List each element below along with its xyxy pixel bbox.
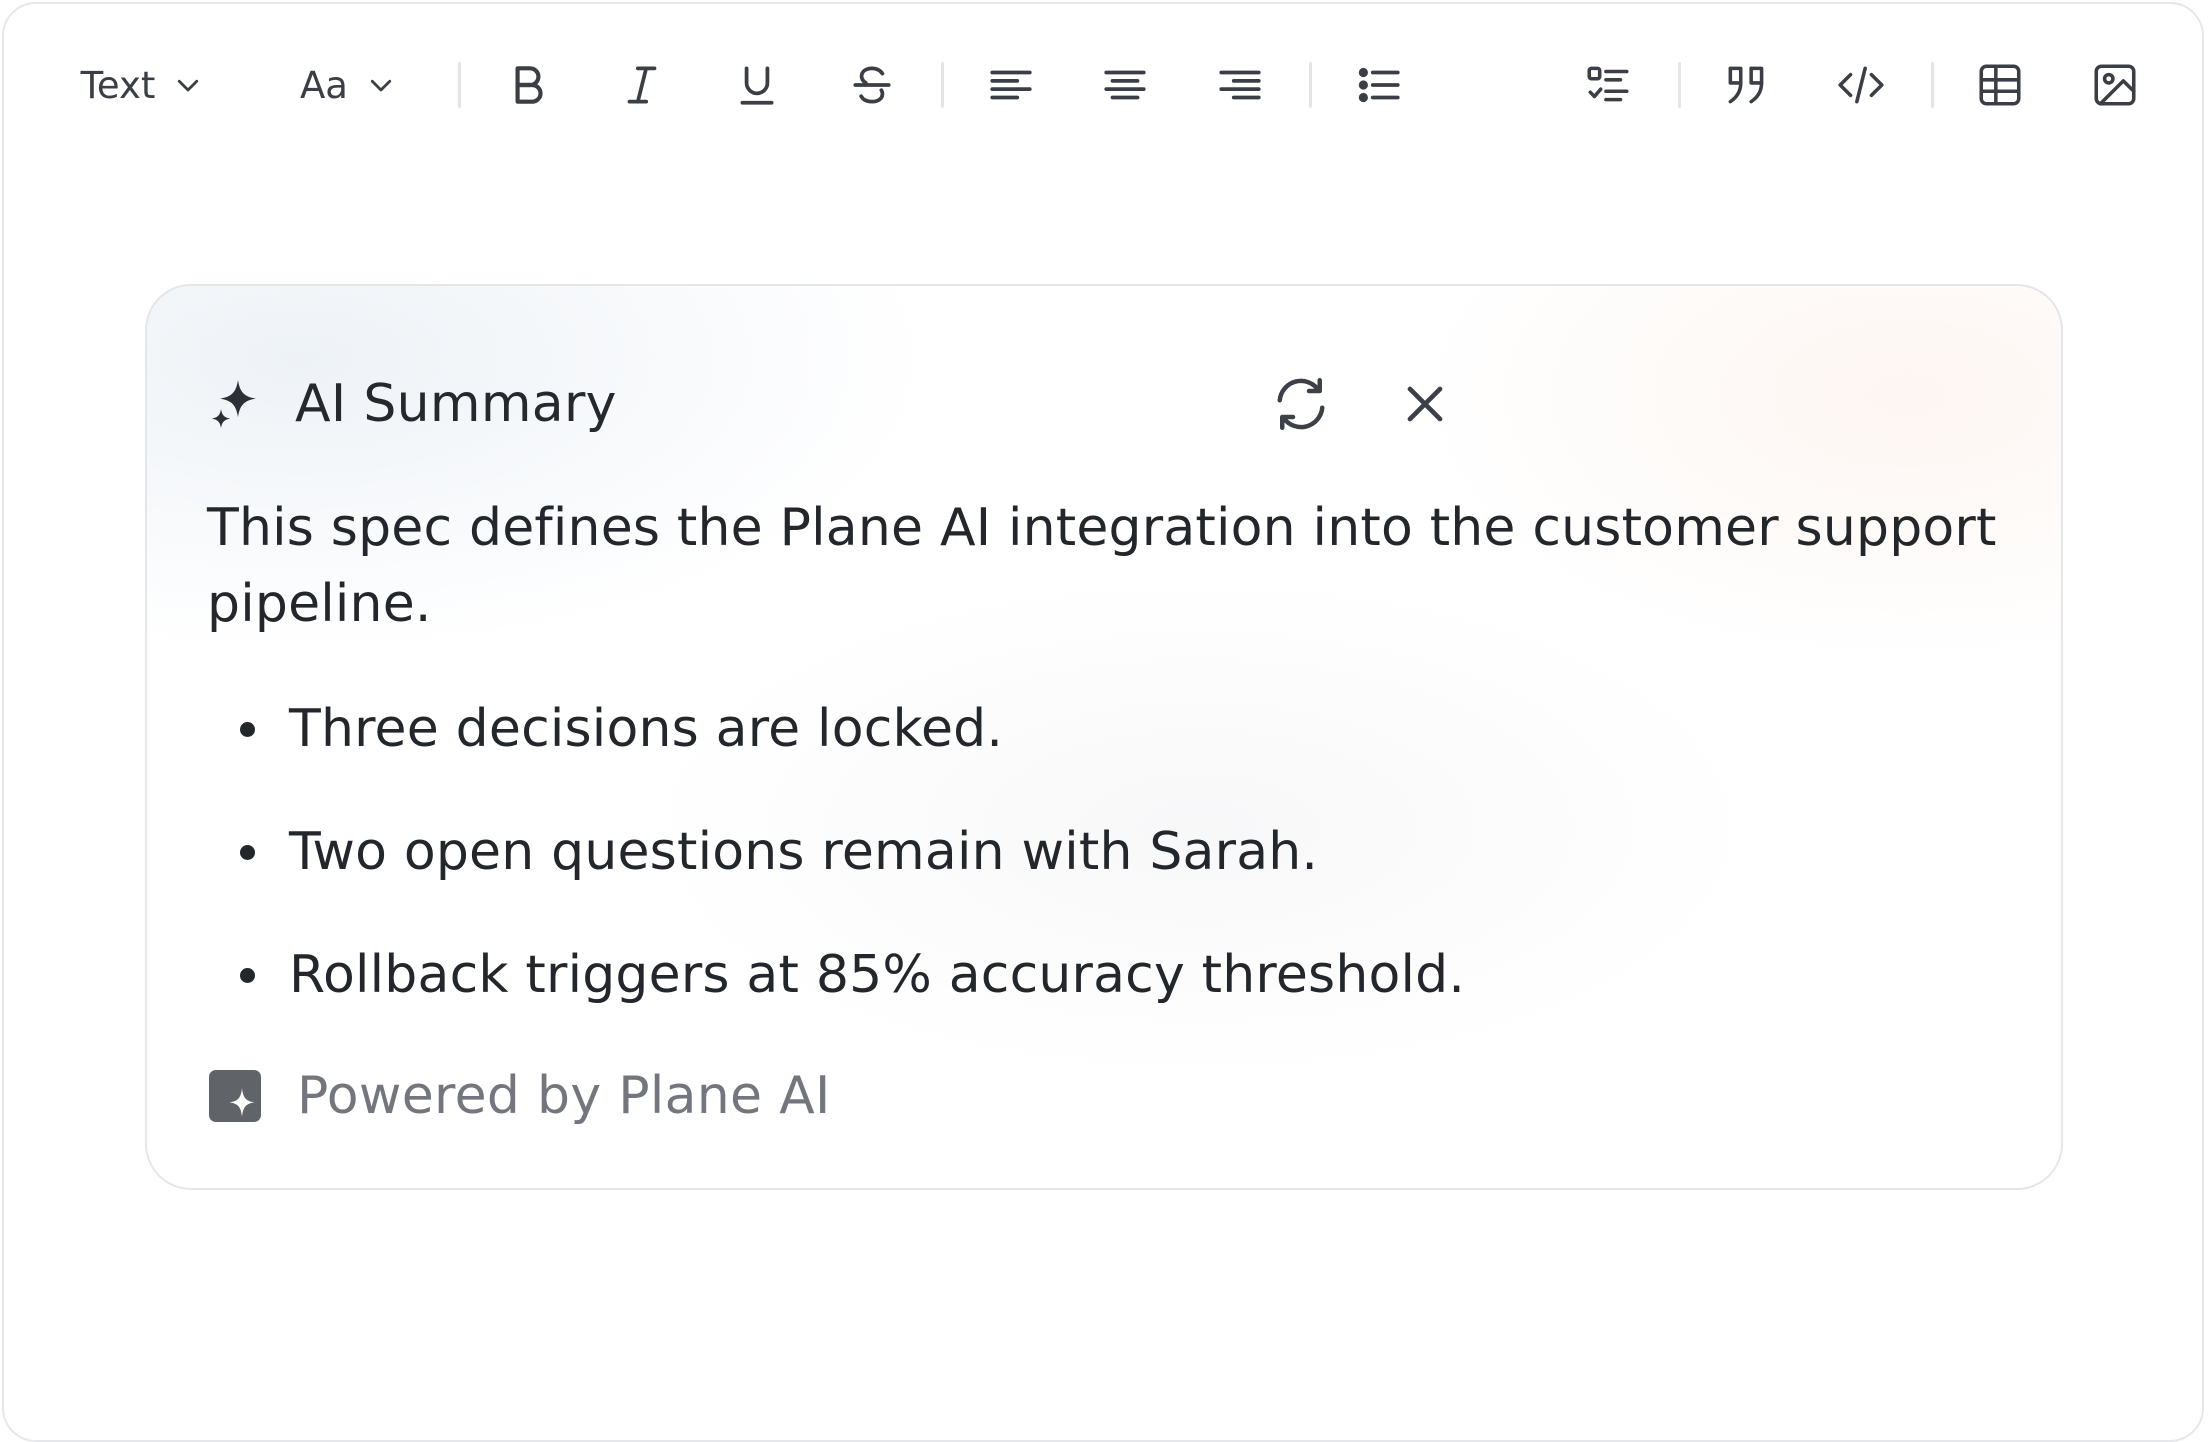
close-icon — [1407, 386, 1443, 422]
align-right-button[interactable] — [1205, 50, 1275, 120]
regenerate-button[interactable] — [1263, 366, 1339, 442]
toolbar-divider — [1309, 62, 1312, 108]
summary-bullet-list: Three decisions are locked. Two open que… — [207, 691, 2007, 1060]
ai-summary-card: AI Summary This spec defines the Plane A… — [145, 284, 2063, 1190]
text-style-label: Text — [80, 63, 156, 107]
table-icon — [1979, 64, 2021, 106]
quote-icon — [1728, 66, 1764, 104]
card-title: AI Summary — [295, 374, 617, 434]
align-center-icon — [1104, 70, 1146, 100]
bold-button[interactable] — [493, 50, 563, 120]
toolbar-divider — [458, 62, 461, 108]
checklist-button[interactable] — [1573, 50, 1643, 120]
image-button[interactable] — [2080, 50, 2150, 120]
bullet-text: Rollback triggers at 85% accuracy thresh… — [289, 945, 1466, 1005]
bullet-dot — [240, 722, 255, 737]
toolbar-divider — [1931, 62, 1934, 108]
powered-by-text: Powered by Plane AI — [297, 1066, 831, 1126]
strikethrough-button[interactable] — [837, 50, 907, 120]
code-button[interactable] — [1826, 50, 1896, 120]
close-button[interactable] — [1387, 366, 1463, 442]
bold-icon — [515, 66, 543, 104]
bullet-text: Three decisions are locked. — [289, 699, 1004, 759]
italic-icon — [627, 66, 657, 104]
code-icon — [1838, 66, 1884, 104]
align-left-icon — [990, 70, 1032, 100]
table-button[interactable] — [1965, 50, 2035, 120]
plane-logo-icon — [209, 1070, 261, 1122]
bullet-list-icon — [1358, 67, 1400, 103]
powered-by-footer: Powered by Plane AI — [207, 1056, 831, 1136]
ai-summary-header: AI Summary — [207, 364, 617, 444]
list-item: Three decisions are locked. — [207, 691, 2007, 814]
refresh-icon — [1277, 378, 1325, 430]
underline-button[interactable] — [722, 50, 792, 120]
list-item: Rollback triggers at 85% accuracy thresh… — [207, 937, 2007, 1060]
align-right-icon — [1219, 70, 1261, 100]
quote-button[interactable] — [1712, 50, 1782, 120]
text-style-dropdown[interactable]: Text — [72, 50, 212, 120]
editor-toolbar: Text Aa — [0, 0, 2208, 170]
underline-icon — [740, 66, 774, 105]
bullet-text: Two open questions remain with Sarah. — [289, 822, 1319, 882]
toolbar-divider — [1678, 62, 1681, 108]
strikethrough-icon — [853, 66, 891, 104]
italic-button[interactable] — [607, 50, 677, 120]
summary-intro: This spec defines the Plane AI integrati… — [207, 498, 1997, 634]
chevron-down-icon — [370, 79, 392, 92]
align-left-button[interactable] — [976, 50, 1046, 120]
toolbar-divider — [941, 62, 944, 108]
checklist-icon — [1587, 66, 1629, 102]
align-center-button[interactable] — [1090, 50, 1160, 120]
image-icon — [2094, 64, 2136, 106]
font-size-dropdown[interactable]: Aa — [292, 50, 404, 120]
bullet-list-button[interactable] — [1344, 50, 1414, 120]
list-item: Two open questions remain with Sarah. — [207, 814, 2007, 937]
bullet-dot — [240, 845, 255, 860]
bullet-dot — [240, 968, 255, 983]
sparkle-icon — [211, 380, 256, 428]
chevron-down-icon — [178, 79, 199, 92]
font-size-label: Aa — [300, 63, 348, 107]
